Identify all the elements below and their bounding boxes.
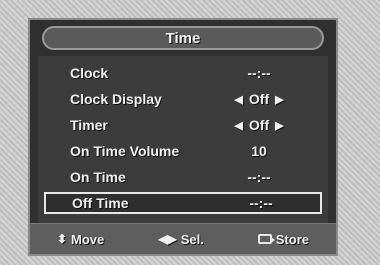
menu-item-label: Clock Display [70,91,162,107]
right-arrow-icon[interactable]: ▶ [275,93,283,106]
menu-item-on-time[interactable]: On Time --:-- [44,166,322,188]
menu-item-off-time[interactable]: Off Time --:-- [44,192,322,214]
menu-item-label: Timer [70,117,108,133]
footer-move-hint: ⬍ Move [57,232,104,247]
right-arrow-icon[interactable]: ▶ [275,119,283,132]
enter-icon [257,234,275,244]
menu-item-value-selector[interactable]: ◀ Off ▶ [204,91,314,107]
footer-sel-label: Sel. [180,231,204,247]
footer-move-label: Move [71,231,105,247]
time-menu-panel: Time Clock --:-- Clock Display ◀ Off ▶ T… [28,18,338,256]
footer-store-label: Store [275,231,309,247]
menu-item-value: 10 [251,143,267,159]
menu-item-value: --:-- [247,169,271,185]
menu-item-clock-display[interactable]: Clock Display ◀ Off ▶ [44,88,322,110]
menu-item-value: --:-- [247,65,271,81]
menu-title-bar: Time [42,26,324,50]
menu-item-clock[interactable]: Clock --:-- [44,62,322,84]
menu-footer: ⬍ Move ◀▶ Sel. Store [30,223,336,254]
left-right-icon: ◀▶ [158,232,177,246]
menu-item-on-time-volume[interactable]: On Time Volume 10 [44,140,322,162]
footer-sel-hint: ◀▶ Sel. [158,232,204,247]
menu-body: Clock --:-- Clock Display ◀ Off ▶ Timer … [38,56,328,224]
menu-item-value: Off [248,91,270,107]
menu-item-label: Clock [70,65,109,81]
left-arrow-icon[interactable]: ◀ [234,119,242,132]
menu-item-value: --:-- [249,195,273,211]
left-arrow-icon[interactable]: ◀ [234,93,242,106]
menu-item-value-selector[interactable]: ◀ Off ▶ [204,117,314,133]
footer-store-hint: Store [257,231,309,247]
menu-title: Time [165,29,201,47]
menu-item-label: On Time Volume [70,143,180,159]
menu-item-value: Off [248,117,270,133]
menu-item-timer[interactable]: Timer ◀ Off ▶ [44,114,322,136]
up-down-icon: ⬍ [56,232,68,246]
menu-item-label: Off Time [72,195,129,211]
menu-item-label: On Time [70,169,126,185]
